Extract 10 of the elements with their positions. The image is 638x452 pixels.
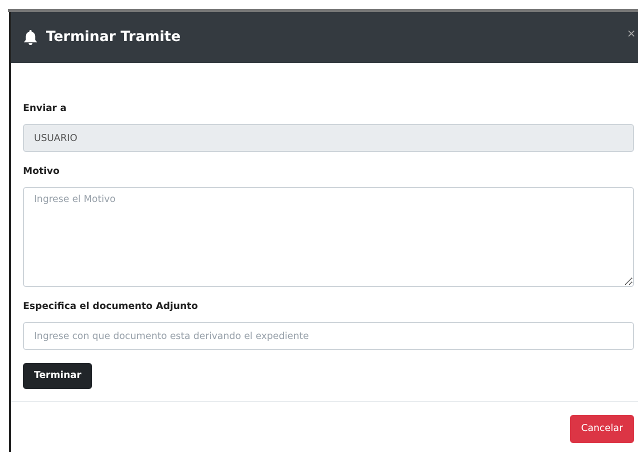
close-button[interactable]: × [626, 28, 636, 39]
input-field[interactable]: Ingrese con que documento esta derivando el expediente [23, 322, 634, 350]
modal-title: Terminar Tramite [46, 29, 181, 46]
field-label: Enviar a [23, 102, 68, 116]
field-label: Especifica el documento Adjunto [23, 300, 199, 314]
cancel-button[interactable]: Cancelar [570, 415, 634, 443]
bell-icon [23, 30, 38, 46]
text-area[interactable]: Ingrese el Motivo [23, 187, 634, 287]
field-label: Motivo [23, 165, 60, 179]
terminar-button[interactable]: Terminar [23, 363, 92, 389]
